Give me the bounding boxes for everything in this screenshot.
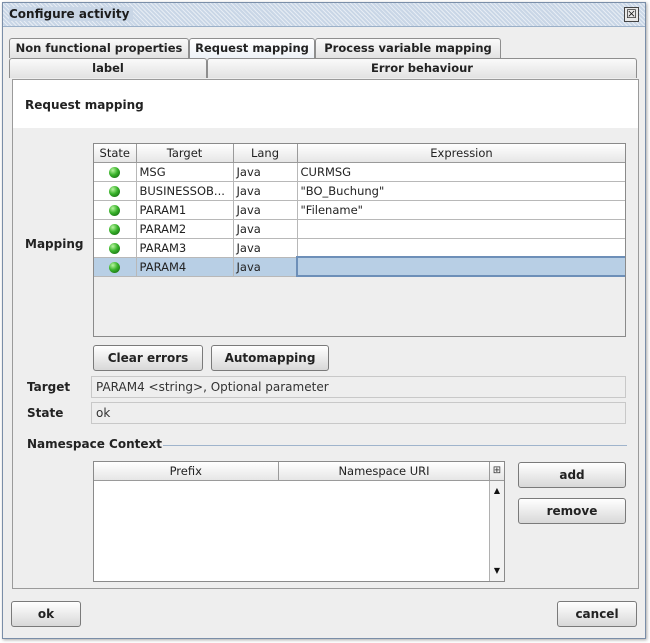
state-field: ok bbox=[91, 402, 626, 424]
column-header-target[interactable]: Target bbox=[136, 144, 234, 163]
target-cell[interactable]: MSG bbox=[136, 162, 234, 182]
target-cell[interactable]: PARAM3 bbox=[136, 238, 234, 258]
status-ok-icon bbox=[109, 166, 121, 178]
target-cell[interactable]: PARAM1 bbox=[136, 200, 234, 220]
tab-process-variable-mapping[interactable]: Process variable mapping bbox=[315, 38, 501, 58]
scroll-down-icon[interactable]: ▼ bbox=[491, 565, 503, 577]
state-cell bbox=[94, 257, 137, 277]
column-header-expression[interactable]: Expression bbox=[297, 144, 625, 163]
vertical-scrollbar[interactable]: ▲ ▼ bbox=[489, 481, 504, 581]
group-separator bbox=[163, 445, 627, 446]
lang-cell[interactable]: Java bbox=[233, 257, 298, 277]
expression-cell-editing[interactable] bbox=[296, 256, 625, 277]
lang-cell[interactable]: Java bbox=[233, 219, 298, 239]
mapping-table-header: State Target Lang Expression bbox=[94, 144, 625, 163]
scroll-up-icon[interactable]: ▲ bbox=[491, 485, 503, 497]
namespace-table[interactable]: Prefix Namespace URI ⊞ ▲ ▼ bbox=[93, 461, 505, 582]
status-ok-icon bbox=[109, 204, 121, 216]
target-label: Target bbox=[27, 380, 71, 394]
configure-activity-dialog: Configure activity ☒ Non functional prop… bbox=[2, 2, 646, 639]
automapping-button[interactable]: Automapping bbox=[211, 345, 329, 371]
table-row[interactable]: BUSINESSOB... Java "BO_Buchung" bbox=[94, 181, 625, 201]
lang-cell[interactable]: Java bbox=[233, 162, 298, 182]
lang-cell[interactable]: Java bbox=[233, 238, 298, 258]
add-button[interactable]: add bbox=[518, 462, 626, 488]
ok-button[interactable]: ok bbox=[11, 601, 81, 627]
target-cell[interactable]: PARAM4 bbox=[136, 257, 234, 277]
request-mapping-panel: Request mapping Mapping State Target Lan… bbox=[12, 79, 639, 589]
column-header-state[interactable]: State bbox=[94, 144, 137, 163]
target-cell[interactable]: BUSINESSOB... bbox=[136, 181, 234, 201]
tab-error-behaviour[interactable]: Error behaviour bbox=[207, 58, 637, 78]
remove-button[interactable]: remove bbox=[518, 498, 626, 524]
expression-cell[interactable] bbox=[297, 219, 625, 239]
target-field: PARAM4 <string>, Optional parameter bbox=[91, 376, 626, 398]
status-ok-icon bbox=[109, 261, 121, 273]
state-cell bbox=[94, 200, 137, 220]
mapping-label: Mapping bbox=[25, 237, 84, 251]
lang-cell[interactable]: Java bbox=[233, 200, 298, 220]
column-header-lang[interactable]: Lang bbox=[233, 144, 298, 163]
expression-cell[interactable] bbox=[297, 238, 625, 258]
table-row-selected[interactable]: PARAM4 Java bbox=[94, 256, 625, 277]
lang-cell[interactable]: Java bbox=[233, 181, 298, 201]
clear-errors-button[interactable]: Clear errors bbox=[93, 345, 203, 371]
expression-cell[interactable]: "BO_Buchung" bbox=[297, 181, 625, 201]
state-cell bbox=[94, 181, 137, 201]
window-title: Configure activity bbox=[9, 7, 134, 21]
column-header-namespace-uri[interactable]: Namespace URI bbox=[278, 462, 491, 481]
column-chooser-icon[interactable]: ⊞ bbox=[489, 462, 504, 481]
expression-cell[interactable]: CURMSG bbox=[297, 162, 625, 182]
status-ok-icon bbox=[109, 223, 121, 235]
tab-non-functional-properties[interactable]: Non functional properties bbox=[9, 38, 189, 58]
table-row[interactable]: PARAM1 Java "Filename" bbox=[94, 200, 625, 220]
namespace-table-header: Prefix Namespace URI bbox=[94, 462, 491, 481]
namespace-context-label: Namespace Context bbox=[27, 437, 162, 451]
target-cell[interactable]: PARAM2 bbox=[136, 219, 234, 239]
panel-title: Request mapping bbox=[25, 98, 144, 112]
table-row[interactable]: PARAM3 Java bbox=[94, 238, 625, 258]
state-label: State bbox=[27, 406, 64, 420]
close-icon[interactable]: ☒ bbox=[624, 7, 639, 22]
cancel-button[interactable]: cancel bbox=[557, 601, 637, 627]
status-ok-icon bbox=[109, 185, 121, 197]
tab-label[interactable]: label bbox=[9, 58, 207, 78]
panel-header: Request mapping bbox=[13, 80, 638, 128]
tab-request-mapping[interactable]: Request mapping bbox=[189, 38, 315, 58]
expression-cell[interactable]: "Filename" bbox=[297, 200, 625, 220]
column-header-prefix[interactable]: Prefix bbox=[94, 462, 279, 481]
title-bar[interactable]: Configure activity ☒ bbox=[3, 3, 645, 27]
table-row[interactable]: MSG Java CURMSG bbox=[94, 162, 625, 182]
state-cell bbox=[94, 162, 137, 182]
state-cell bbox=[94, 238, 137, 258]
table-row[interactable]: PARAM2 Java bbox=[94, 219, 625, 239]
state-cell bbox=[94, 219, 137, 239]
mapping-table[interactable]: State Target Lang Expression MSG Java CU… bbox=[93, 143, 626, 337]
status-ok-icon bbox=[109, 242, 121, 254]
